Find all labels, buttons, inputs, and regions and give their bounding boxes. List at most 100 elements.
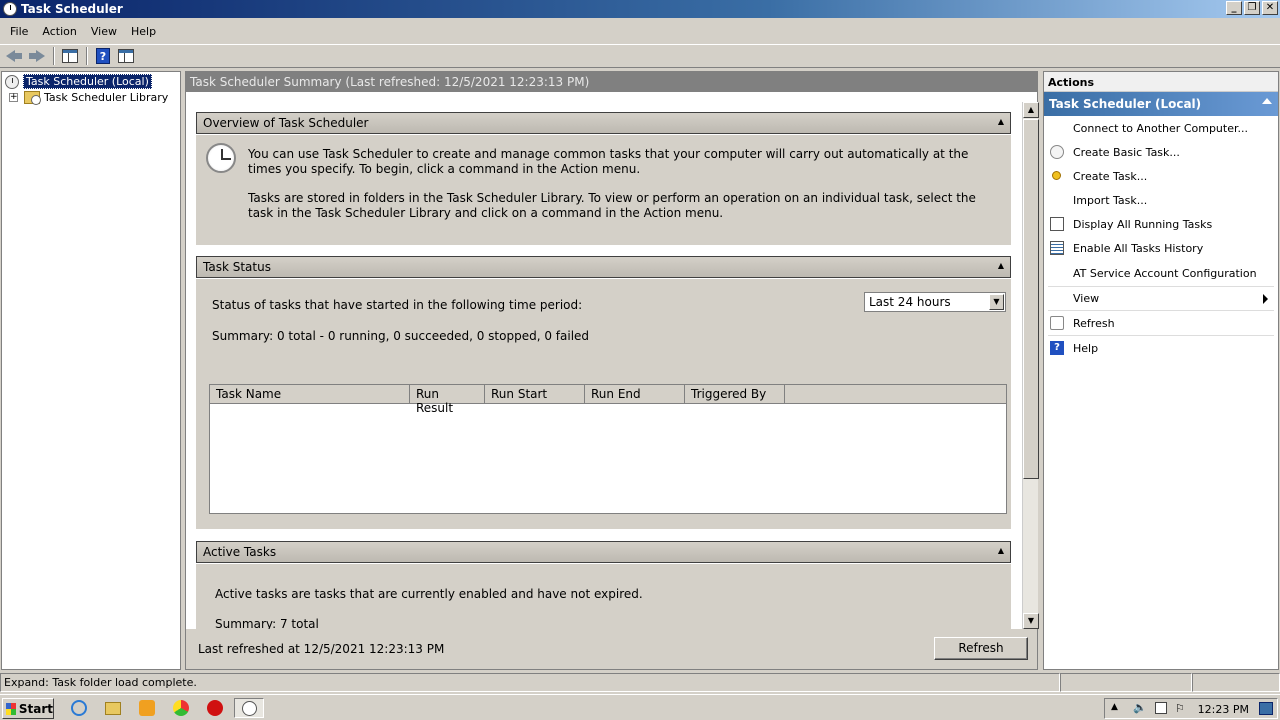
window-controls: _ ❐ ✕ [1226,1,1278,15]
overview-section-body: You can use Task Scheduler to create and… [196,135,1011,245]
chevron-right-icon [1263,294,1268,304]
vertical-scrollbar[interactable]: ▲ ▼ [1022,102,1039,629]
action-help[interactable]: ? Help [1044,337,1278,361]
start-label: Start [18,701,53,716]
toolbar-separator [53,47,55,65]
folder-clock-icon [24,91,41,105]
column-task-name[interactable]: Task Name [210,385,410,404]
time-period-select[interactable]: Last 24 hours ▼ [864,292,1006,312]
tree-item-library[interactable]: + Task Scheduler Library [9,89,168,106]
show-hide-console-tree-button[interactable] [59,46,81,66]
task-scheduler-icon [3,2,17,16]
forward-button[interactable] [26,46,48,66]
action-connect-computer[interactable]: Connect to Another Computer... [1044,117,1278,141]
collapse-icon[interactable]: ▲ [998,117,1004,126]
chevron-down-icon[interactable]: ▼ [989,294,1004,310]
actions-separator [1048,335,1274,336]
action-import-task[interactable]: Import Task... [1044,189,1278,213]
refresh-icon [1050,316,1064,330]
start-button[interactable]: Start [2,698,54,719]
action-label: Help [1073,342,1099,355]
active-tasks-section-header[interactable]: Active Tasks ▲ [196,541,1011,563]
expand-icon[interactable]: + [9,93,18,102]
actions-group-header[interactable]: Task Scheduler (Local) [1044,92,1278,116]
restore-button[interactable]: ❐ [1244,1,1260,15]
minimize-button[interactable]: _ [1226,1,1242,15]
column-run-end[interactable]: Run End [585,385,685,404]
summary-footer: Last refreshed at 12/5/2021 12:23:13 PM … [186,629,1037,669]
time-period-value: Last 24 hours [869,295,951,309]
action-refresh[interactable]: Refresh [1044,312,1278,336]
taskbar-task-scheduler[interactable] [234,698,264,718]
overview-paragraph-1: You can use Task Scheduler to create and… [248,147,969,176]
status-segment [1192,673,1280,692]
overview-section-header[interactable]: Overview of Task Scheduler ▲ [196,112,1011,134]
action-create-task[interactable]: Create Task... [1044,165,1278,189]
window-title: Task Scheduler [21,2,123,16]
taskbar-media-player[interactable] [136,698,158,718]
column-run-start[interactable]: Run Start [485,385,585,404]
help-icon: ? [1050,341,1064,355]
period-label: Status of tasks that have started in the… [212,298,583,312]
action-enable-tasks-history[interactable]: Enable All Tasks History [1044,237,1278,261]
action-label: Import Task... [1073,194,1148,207]
taskbar-ie[interactable] [68,698,90,718]
task-status-title: Task Status [203,260,271,274]
collapse-icon[interactable]: ▲ [998,261,1004,270]
task-status-section-body: Status of tasks that have started in the… [196,279,1011,529]
forward-arrow-icon [29,49,45,63]
back-button[interactable] [3,46,25,66]
task-status-section-header[interactable]: Task Status ▲ [196,256,1011,278]
internet-explorer-icon [71,700,87,716]
active-tasks-title: Active Tasks [203,545,277,559]
action-label: Create Task... [1073,170,1148,183]
action-at-service-account[interactable]: AT Service Account Configuration [1044,262,1278,286]
console-tree: Task Scheduler (Local) + Task Scheduler … [1,71,181,670]
red-stop-icon [207,700,223,716]
action-pane-icon [118,49,134,63]
running-tasks-icon [1050,217,1064,231]
status-bar: Expand: Task folder load complete. [0,673,1280,693]
tree-item-root[interactable]: Task Scheduler (Local) [5,73,152,90]
scroll-up-icon[interactable]: ▲ [1023,102,1039,118]
taskbar-chrome[interactable] [170,698,192,718]
taskbar: Start ▲ 🔈 ⚐ 12:23 PM [0,694,1280,720]
help-toolbar-button[interactable]: ? [92,46,114,66]
menu-action[interactable]: Action [35,25,83,38]
actions-pane: Actions Task Scheduler (Local) Connect t… [1043,71,1279,670]
refresh-button[interactable]: Refresh [934,637,1028,660]
action-display-running-tasks[interactable]: Display All Running Tasks [1044,213,1278,237]
menu-file[interactable]: File [3,25,35,38]
system-tray: ▲ 🔈 ⚐ 12:23 PM [1104,698,1278,719]
taskbar-security-app[interactable] [204,698,226,718]
menu-view[interactable]: View [84,25,124,38]
column-run-result[interactable]: Run Result [410,385,485,415]
action-view[interactable]: View [1044,287,1278,311]
collapse-icon[interactable]: ▲ [998,546,1004,555]
taskbar-explorer[interactable] [102,698,124,718]
clock-icon [206,143,236,173]
title-bar: Task Scheduler _ ❐ ✕ [0,0,1280,18]
scroll-down-icon[interactable]: ▼ [1023,613,1039,629]
task-scheduler-icon [5,74,19,89]
close-button[interactable]: ✕ [1262,1,1278,15]
table-header: Task Name Run Result Run Start Run End T… [210,385,1006,415]
volume-icon[interactable]: 🔈 [1133,701,1147,714]
folder-icon [105,701,121,715]
summary-panel: Task Scheduler Summary (Last refreshed: … [185,71,1039,670]
network-icon[interactable] [1155,702,1167,714]
action-label: AT Service Account Configuration [1073,267,1257,280]
menu-help[interactable]: Help [124,25,163,38]
show-hide-action-pane-button[interactable] [115,46,137,66]
taskbar-clock[interactable]: 12:23 PM [1198,703,1249,716]
scroll-thumb[interactable] [1023,119,1039,479]
help-icon: ? [96,48,110,64]
back-arrow-icon [6,49,22,63]
action-create-basic-task[interactable]: Create Basic Task... [1044,141,1278,165]
task-scheduler-icon [241,700,257,716]
tray-expand-icon[interactable]: ▲ [1111,702,1118,712]
column-triggered-by[interactable]: Triggered By [685,385,785,404]
flag-icon[interactable]: ⚐ [1175,702,1185,715]
show-desktop-icon[interactable] [1259,702,1273,715]
collapse-icon[interactable] [1262,98,1272,104]
